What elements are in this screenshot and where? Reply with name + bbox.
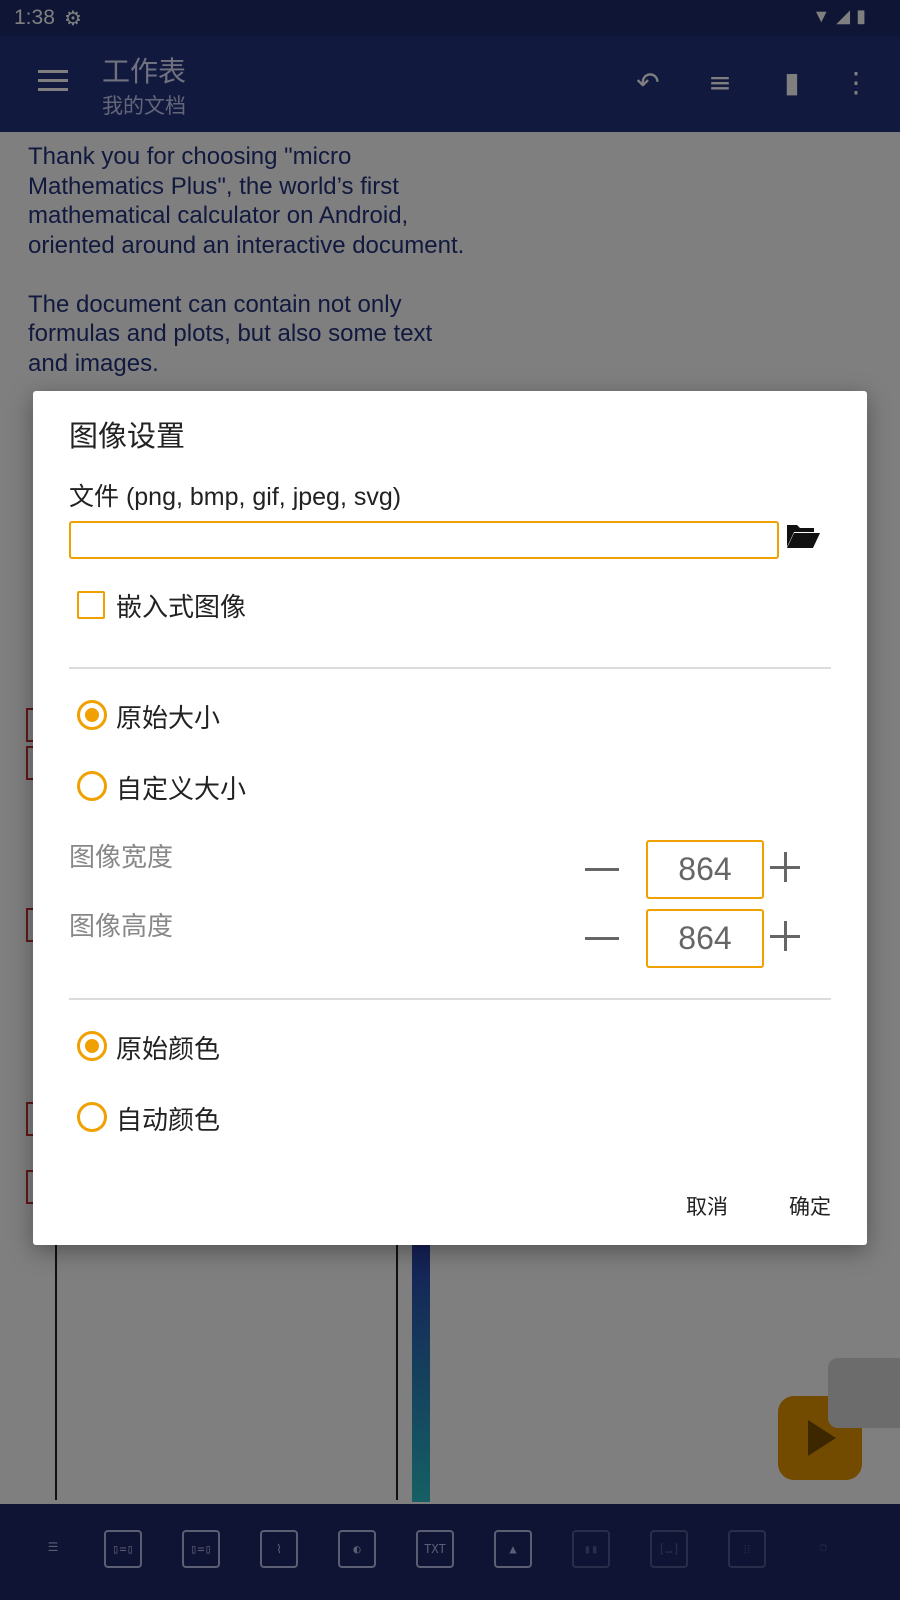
original-size-label: 原始大小 xyxy=(116,704,221,734)
original-size-radio[interactable] xyxy=(77,700,107,730)
image-width-field[interactable]: 864 xyxy=(646,840,764,899)
file-label: 文件 (png, bmp, gif, jpeg, svg) xyxy=(69,483,402,511)
image-height-field[interactable]: 864 xyxy=(646,909,764,968)
height-decrease-button[interactable] xyxy=(585,937,619,940)
custom-size-label: 自定义大小 xyxy=(116,775,247,805)
file-path-input[interactable] xyxy=(69,521,779,559)
embed-image-checkbox[interactable] xyxy=(77,591,105,619)
divider xyxy=(69,998,831,1000)
original-color-radio[interactable] xyxy=(77,1031,107,1061)
auto-color-label: 自动颜色 xyxy=(116,1106,221,1136)
embed-image-label: 嵌入式图像 xyxy=(116,593,247,623)
image-height-label: 图像高度 xyxy=(69,912,174,942)
width-increase-button[interactable] xyxy=(770,850,804,884)
width-decrease-button[interactable] xyxy=(585,868,619,871)
ok-button[interactable]: 确定 xyxy=(789,1191,831,1221)
image-width-label: 图像宽度 xyxy=(69,843,174,873)
divider xyxy=(69,667,831,669)
dialog-title: 图像设置 xyxy=(69,419,186,453)
original-color-label: 原始颜色 xyxy=(116,1035,221,1065)
custom-size-radio[interactable] xyxy=(77,771,107,801)
folder-open-icon[interactable] xyxy=(785,521,821,551)
image-settings-dialog: 图像设置 文件 (png, bmp, gif, jpeg, svg) 嵌入式图像… xyxy=(33,391,867,1245)
cancel-button[interactable]: 取消 xyxy=(686,1191,728,1221)
height-increase-button[interactable] xyxy=(770,919,804,953)
auto-color-radio[interactable] xyxy=(77,1102,107,1132)
